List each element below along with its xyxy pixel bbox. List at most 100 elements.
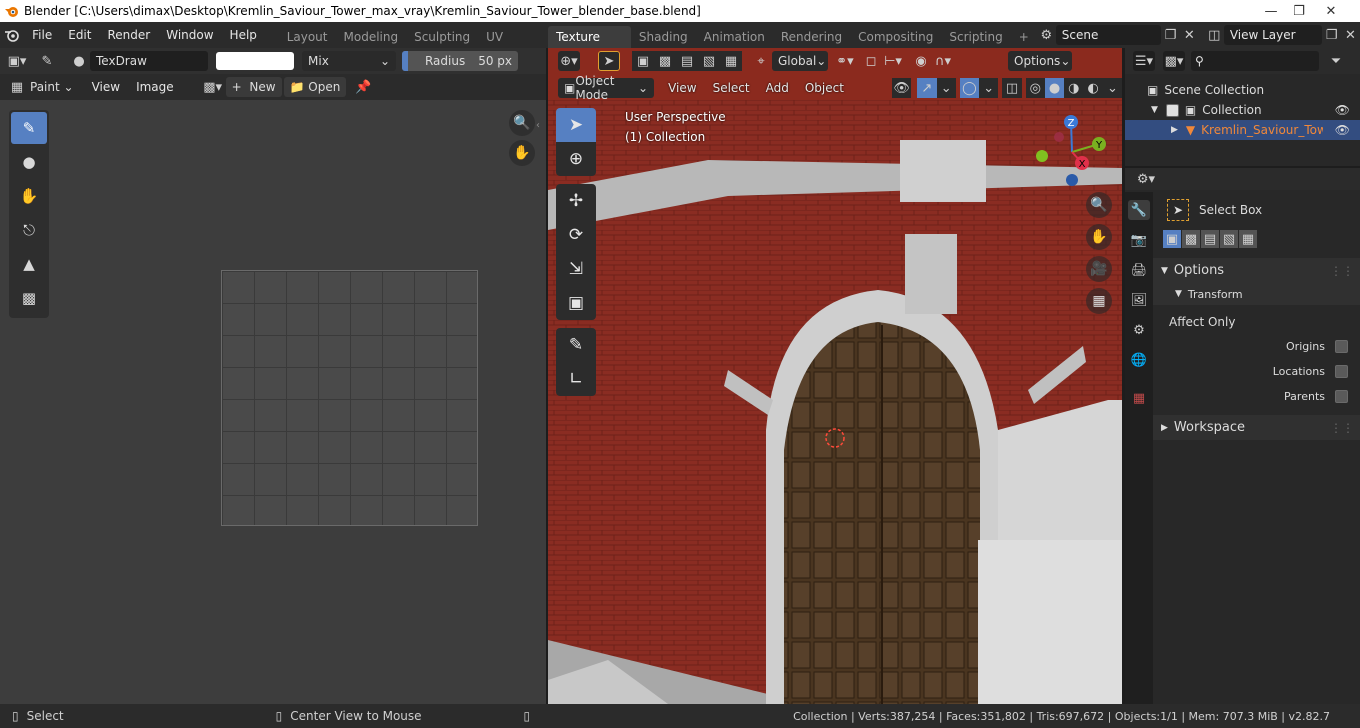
viewport-menu-select[interactable]: Select xyxy=(705,78,758,98)
select-mode-invert-icon[interactable]: ▧ xyxy=(698,51,720,71)
menu-help[interactable]: Help xyxy=(222,22,265,48)
drag-handle-icon[interactable]: ⋮⋮ xyxy=(1330,421,1354,435)
expand-arrow-icon[interactable]: ▼ xyxy=(1151,105,1158,115)
scene-field[interactable]: Scene xyxy=(1055,25,1161,45)
tab-scene-icon[interactable]: ⚙ xyxy=(1128,320,1150,340)
tab-scripting[interactable]: Scripting xyxy=(941,26,1010,48)
mode-intersect-icon[interactable]: ▦ xyxy=(1239,230,1257,248)
parents-row[interactable]: Parents xyxy=(1153,384,1360,409)
blend-mode-select[interactable]: Mix ⌄ xyxy=(302,51,396,71)
locations-row[interactable]: Locations xyxy=(1153,359,1360,384)
minimize-icon[interactable]: — xyxy=(1256,0,1286,22)
select-mode-new-icon[interactable]: ▣ xyxy=(632,51,654,71)
visibility-icon[interactable]: 👁 xyxy=(891,78,912,98)
expand-arrow-icon[interactable]: ▶ xyxy=(1171,125,1178,135)
new-scene-icon[interactable]: ❐ xyxy=(1161,25,1180,45)
tab-tool-icon[interactable]: 🔧 xyxy=(1128,200,1150,220)
brush-color-swatch[interactable] xyxy=(216,52,294,70)
menu-window[interactable]: Window xyxy=(158,22,221,48)
new-view-layer-icon[interactable]: ❐ xyxy=(1322,25,1341,45)
tab-layout[interactable]: Layout xyxy=(279,26,336,48)
menu-view[interactable]: View xyxy=(84,77,128,97)
view-layer-field[interactable]: View Layer xyxy=(1223,25,1323,45)
object-mode-select[interactable]: ▣ Object Mode ⌄ xyxy=(558,74,655,102)
viewport-zoom-icon[interactable]: 🔍 xyxy=(1086,192,1112,218)
tab-output-icon[interactable]: 🖨 xyxy=(1128,260,1150,280)
origins-row[interactable]: Origins xyxy=(1153,334,1360,359)
viewport-pan-icon[interactable]: ✋ xyxy=(1086,224,1112,250)
image-browse-icon[interactable]: ▩▾ xyxy=(202,77,224,97)
tab-animation[interactable]: Animation xyxy=(696,26,773,48)
overlays-toggle-icon[interactable]: ◯ xyxy=(959,78,980,98)
menu-edit[interactable]: Edit xyxy=(60,22,99,48)
locations-checkbox[interactable] xyxy=(1335,365,1348,378)
measure-icon[interactable]: ∟ xyxy=(556,362,596,396)
snap-icon[interactable]: ◻ xyxy=(860,51,882,71)
outliner-search-input[interactable]: ⚲ xyxy=(1191,51,1319,71)
draw-brush-icon[interactable]: ✎ xyxy=(11,112,47,144)
mode-subtract-icon[interactable]: ▤ xyxy=(1201,230,1219,248)
transform-icon[interactable]: ▣ xyxy=(556,286,596,320)
collection-checkbox[interactable] xyxy=(1165,103,1179,117)
radius-slider[interactable]: Radius 50 px xyxy=(402,51,518,71)
outliner-row-collection[interactable]: ▼ ▣ Collection 👁 xyxy=(1125,100,1360,120)
pin-icon[interactable]: 📌 xyxy=(352,77,374,97)
tab-render-icon[interactable]: 📷 xyxy=(1128,230,1150,250)
select-mode-subtract-icon[interactable]: ▤ xyxy=(676,51,698,71)
solid-shading-icon[interactable]: ● xyxy=(1044,78,1065,98)
select-box-icon[interactable]: ➤ xyxy=(556,108,596,142)
soften-icon[interactable]: ● xyxy=(11,146,47,178)
viewport-menu-view[interactable]: View xyxy=(660,78,704,98)
tab-uv-editing[interactable]: UV Editing xyxy=(478,26,548,66)
mode-invert-icon[interactable]: ▧ xyxy=(1220,230,1238,248)
smear-icon[interactable]: ✋ xyxy=(11,180,47,212)
proportional-edit-icon[interactable]: ◉ xyxy=(910,51,932,71)
origins-checkbox[interactable] xyxy=(1335,340,1348,353)
open-image-button[interactable]: 📁 Open xyxy=(283,77,347,97)
editor-type-icon[interactable]: ▣▾ xyxy=(6,51,28,71)
wireframe-shading-icon[interactable]: ◎ xyxy=(1025,78,1045,98)
xray-icon[interactable]: ◫ xyxy=(1002,78,1022,98)
menu-image[interactable]: Image xyxy=(128,77,182,97)
image-canvas[interactable] xyxy=(221,270,478,526)
transform-pivot-icon[interactable]: ⊕▾ xyxy=(558,51,580,71)
3d-viewport[interactable]: ⊕▾ ➤ ▣ ▩ ▤ ▧ ▦ ⌖ Global ⌄ ⚭▾ ◻ ⊢▾ ◉ ∩▾ Op… xyxy=(548,48,1122,704)
menu-render[interactable]: Render xyxy=(99,22,158,48)
mask-icon[interactable]: ▩ xyxy=(11,282,47,314)
camera-view-icon[interactable]: 🎥 xyxy=(1086,256,1112,282)
pivot-point-icon[interactable]: ⚭▾ xyxy=(834,51,856,71)
tab-sculpting[interactable]: Sculpting xyxy=(406,26,478,48)
move-icon[interactable]: ✢ xyxy=(556,184,596,218)
scale-icon[interactable]: ⇲ xyxy=(556,252,596,286)
ortho-toggle-icon[interactable]: ▦ xyxy=(1086,288,1112,314)
tab-compositing[interactable]: Compositing xyxy=(850,26,941,48)
tab-texture-paint[interactable]: Texture Paint xyxy=(548,25,631,66)
tab-view-layer-icon[interactable]: 🖼 xyxy=(1128,290,1150,310)
select-mode-intersect-icon[interactable]: ▦ xyxy=(720,51,742,71)
transform-orientation-select[interactable]: Global ⌄ xyxy=(772,51,828,71)
outliner-row-object[interactable]: ▶ ▼ Kremlin_Saviour_Tower_ 👁 xyxy=(1125,120,1360,140)
outliner-editor-type-icon[interactable]: ☰▾ xyxy=(1133,51,1155,71)
snap-target-icon[interactable]: ⊢▾ xyxy=(882,51,904,71)
brush-icon[interactable]: ✎ xyxy=(36,51,58,71)
pan-hand-icon[interactable]: ✋ xyxy=(509,140,535,166)
tab-texture-icon[interactable]: ▦ xyxy=(1128,388,1150,408)
tab-rendering[interactable]: Rendering xyxy=(773,26,850,48)
blender-menu-icon[interactable] xyxy=(0,28,24,42)
eye-icon[interactable]: 👁 xyxy=(1335,103,1350,117)
drag-handle-icon[interactable]: ⋮⋮ xyxy=(1330,264,1354,278)
menu-file[interactable]: File xyxy=(24,22,60,48)
cursor-icon[interactable]: ⊕ xyxy=(556,142,596,176)
select-mode-extend-icon[interactable]: ▩ xyxy=(654,51,676,71)
new-image-button[interactable]: + New xyxy=(225,77,282,97)
gizmo-toggle-icon[interactable]: ↗ xyxy=(917,78,937,98)
rendered-shading-icon[interactable]: ◐ xyxy=(1083,78,1103,98)
annotate-icon[interactable]: ✎ xyxy=(556,328,596,362)
viewport-menu-add[interactable]: Add xyxy=(758,78,797,98)
tab-world-icon[interactable]: 🌐 xyxy=(1128,350,1150,370)
material-shading-icon[interactable]: ◑ xyxy=(1064,78,1084,98)
transform-subpanel-header[interactable]: ▼ Transform xyxy=(1153,283,1360,305)
fill-icon[interactable]: ▲ xyxy=(11,248,47,280)
outliner-row-scene-collection[interactable]: ▣ Scene Collection xyxy=(1125,80,1360,100)
tab-shading[interactable]: Shading xyxy=(631,26,696,48)
